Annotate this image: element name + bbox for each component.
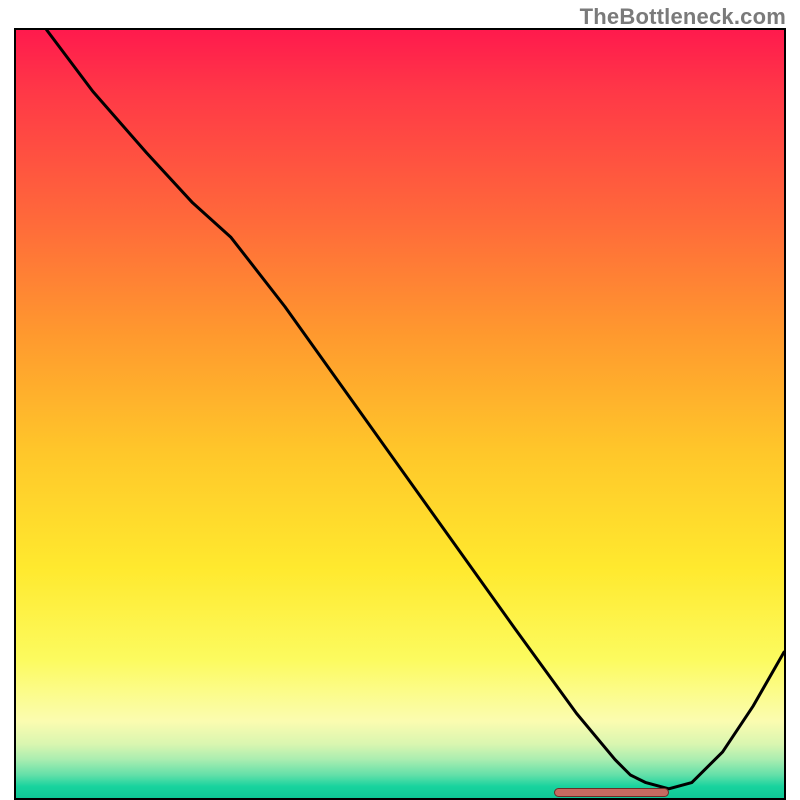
optimum-marker [554,788,669,797]
chart-frame [14,28,786,800]
chart-line [16,30,784,798]
watermark-text: TheBottleneck.com [580,4,786,30]
